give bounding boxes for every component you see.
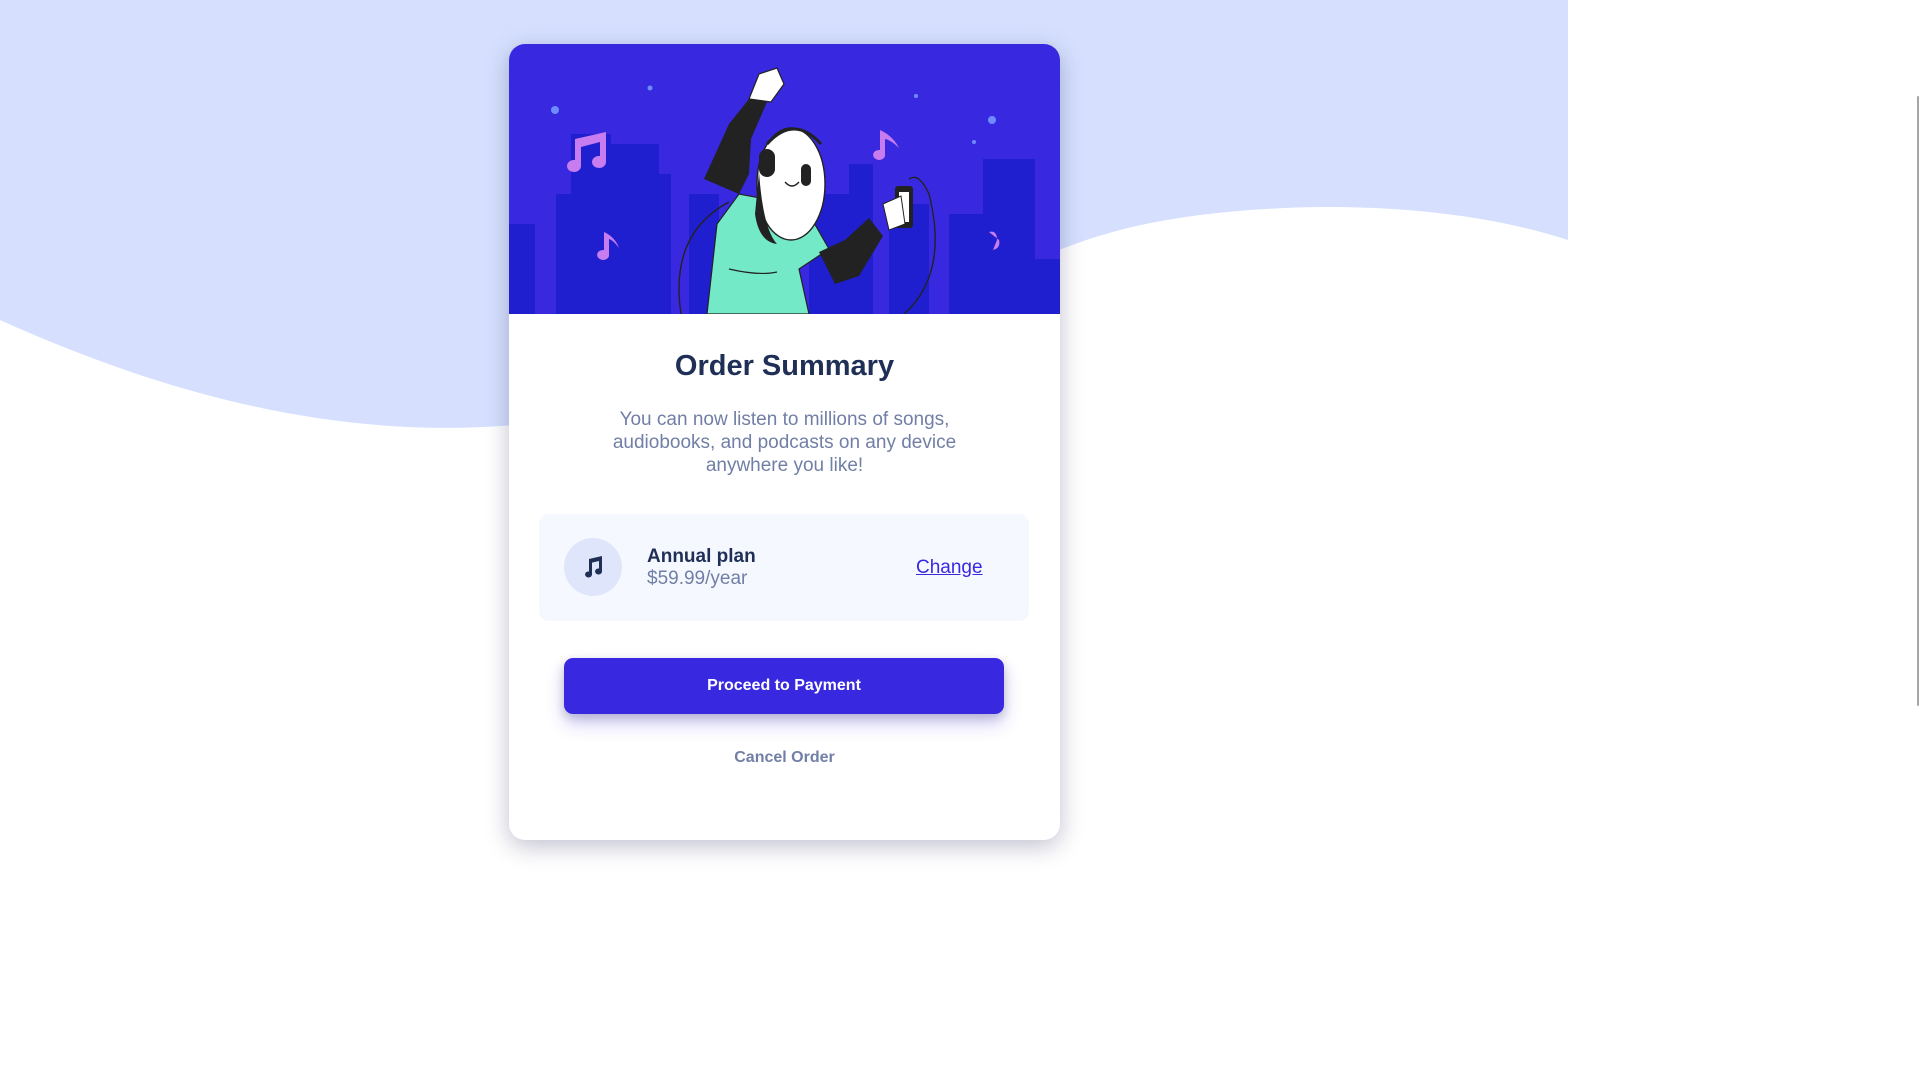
proceed-to-payment-button[interactable]: Proceed to Payment xyxy=(564,658,1004,714)
hero-illustration xyxy=(509,44,1060,314)
order-description: You can now listen to millions of songs,… xyxy=(612,409,957,476)
plan-price: $59.99/year xyxy=(647,568,748,589)
order-summary-card: Order Summary You can now listen to mill… xyxy=(509,44,1060,840)
cancel-order-button[interactable]: Cancel Order xyxy=(509,749,1060,767)
scrollbar[interactable] xyxy=(1915,0,1920,882)
plan-icon-badge xyxy=(564,538,622,596)
music-note-icon xyxy=(585,556,603,578)
scrollbar-thumb[interactable] xyxy=(1917,96,1919,706)
plan-summary: Annual plan $59.99/year Change xyxy=(539,514,1029,621)
change-plan-link[interactable]: Change xyxy=(916,557,983,579)
page-title: Order Summary xyxy=(674,350,895,382)
plan-name: Annual plan xyxy=(647,546,756,567)
